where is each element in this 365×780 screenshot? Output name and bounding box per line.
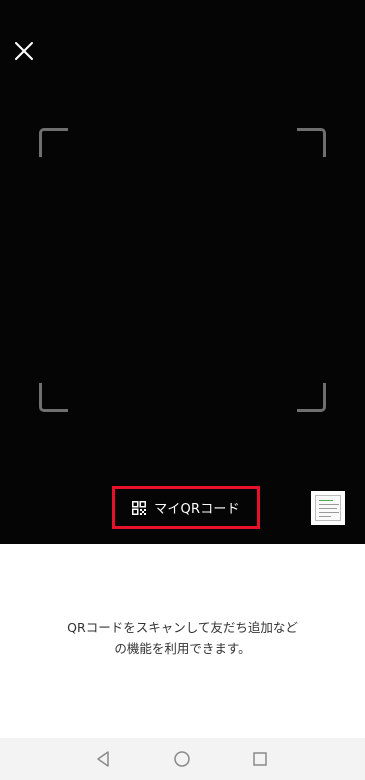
- qr-code-icon: [132, 500, 147, 515]
- gallery-thumbnail-image: [315, 495, 341, 521]
- my-qr-code-label: マイQRコード: [154, 502, 240, 517]
- scan-frame-corner-top-right: [297, 128, 326, 157]
- back-triangle-icon: [97, 751, 109, 767]
- scan-instructions-line-2: の機能を利用できます。: [114, 641, 251, 656]
- nav-back-button[interactable]: [93, 748, 115, 770]
- scan-frame-corner-bottom-left: [39, 383, 68, 412]
- nav-home-button[interactable]: [171, 748, 193, 770]
- gallery-thumbnail-button[interactable]: [311, 491, 345, 525]
- scan-frame: [39, 128, 326, 412]
- close-button[interactable]: [10, 37, 38, 65]
- home-circle-icon: [174, 751, 190, 767]
- scan-instructions: QRコードをスキャンして友だち追加など の機能を利用できます。: [20, 617, 345, 659]
- close-icon: [15, 42, 33, 60]
- nav-recents-button[interactable]: [249, 748, 271, 770]
- scan-frame-corner-top-left: [39, 128, 68, 157]
- camera-viewfinder: マイQRコード: [0, 0, 365, 544]
- system-navigation-bar: [0, 738, 365, 780]
- scan-frame-corner-bottom-right: [297, 383, 326, 412]
- my-qr-code-button[interactable]: マイQRコード: [112, 486, 260, 529]
- recents-square-icon: [253, 752, 267, 766]
- scan-instructions-line-1: QRコードをスキャンして友だち追加など: [67, 620, 298, 635]
